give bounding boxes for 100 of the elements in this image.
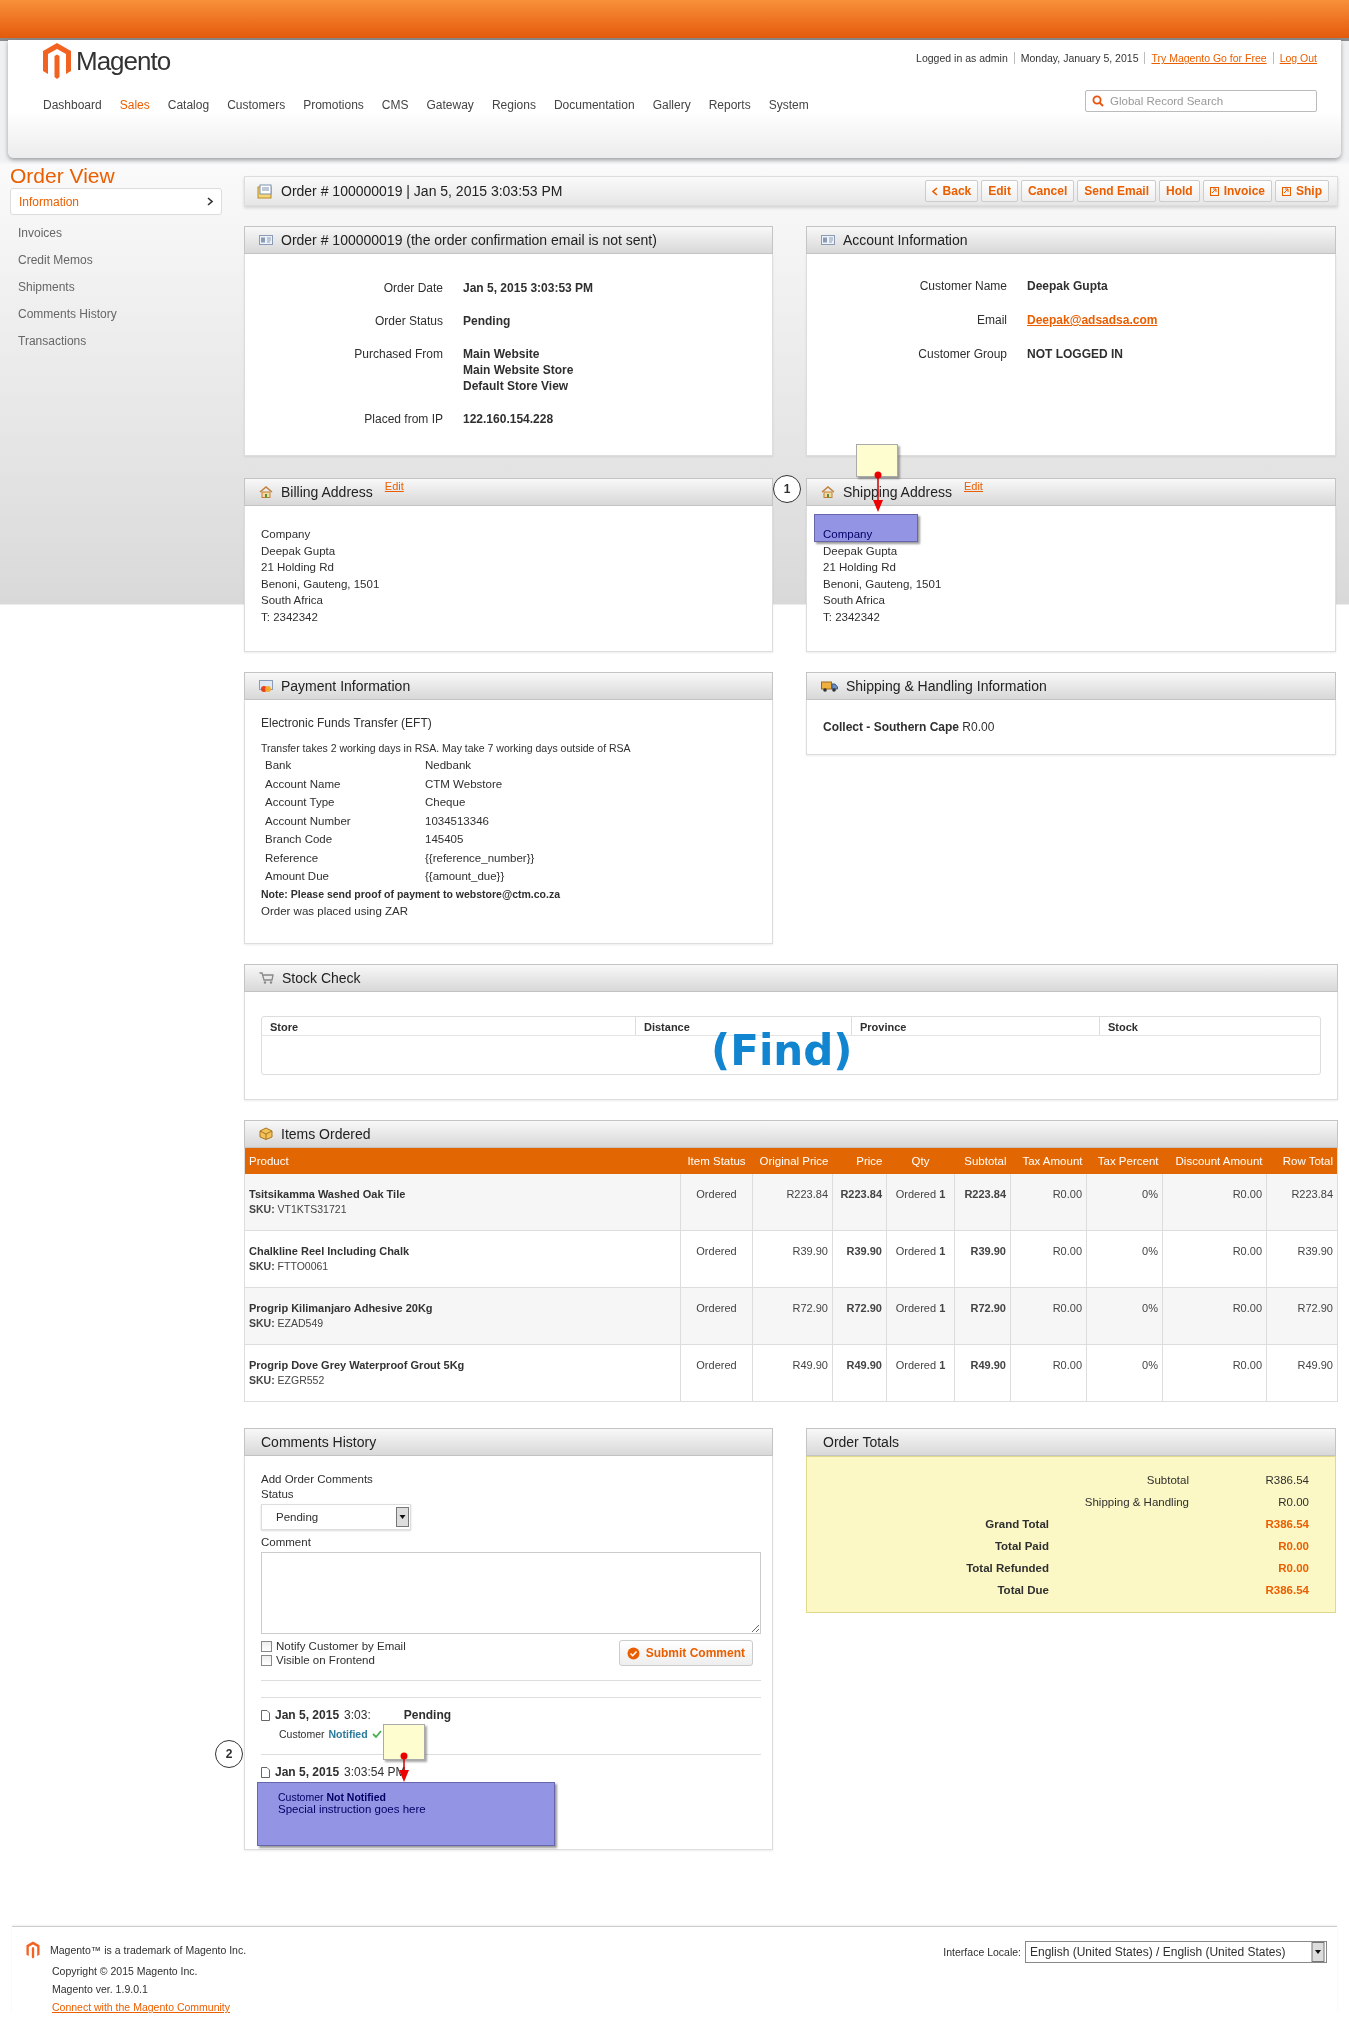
table-cell: R49.90: [846, 1359, 882, 1371]
toolbar-button[interactable]: Send Email: [1077, 180, 1156, 202]
sidebar-item[interactable]: Transactions: [10, 327, 222, 354]
entry-time: 3:03:: [344, 1708, 371, 1722]
total-value: R0.00: [1277, 1561, 1309, 1576]
toolbar-button[interactable]: Ship: [1275, 180, 1329, 202]
nav-item[interactable]: Gallery: [643, 98, 700, 112]
sidebar-item[interactable]: Credit Memos: [10, 246, 222, 273]
sticky-note: [856, 444, 898, 477]
table-cell: 0%: [1142, 1187, 1158, 1200]
status-dropdown[interactable]: Pending: [261, 1504, 411, 1530]
nav-item[interactable]: Dashboard: [34, 98, 111, 112]
table-cell: Ordered: [895, 1187, 937, 1200]
user-info: Logged in as admin: [916, 52, 1008, 64]
detail-label: Account Type: [265, 795, 336, 810]
field-label: Email: [976, 312, 1007, 328]
version-text: Magento ver. 1.9.0.1: [52, 1983, 149, 1995]
field-value: Jan 5, 2015 3:03:53 PM: [463, 280, 595, 296]
field-label: Purchased From: [353, 346, 443, 363]
submit-button[interactable]: Submit Comment: [618, 1640, 753, 1666]
toolbar-button[interactable]: Back: [924, 180, 979, 202]
search-field[interactable]: Global Record Search: [1085, 90, 1317, 112]
card-icon: [259, 235, 273, 245]
total-value: R386.54: [1264, 1473, 1309, 1488]
table-cell: R39.90: [1297, 1245, 1333, 1257]
table-cell: R223.84: [840, 1187, 882, 1200]
table-cell: Ordered: [895, 1245, 937, 1257]
checkbox-label: Notify Customer by Email: [276, 1640, 406, 1652]
table-cell: R39.90: [846, 1245, 882, 1257]
sticky-note: [383, 1724, 425, 1760]
logo-icon: [42, 42, 72, 80]
payment-note: Transfer takes 2 working days in RSA. May take 7 working days outside of RSA: [261, 742, 632, 754]
field-value: Main Website: [463, 346, 541, 362]
comment-field[interactable]: [261, 1552, 761, 1634]
locale-dropdown[interactable]: English (United States) / English (United States): [1025, 1941, 1327, 1963]
currency-note: Order was placed using ZAR: [261, 904, 409, 917]
logo-text[interactable]: Magento: [76, 45, 171, 77]
checkmark-icon: [371, 1730, 382, 1738]
product-name: Progrip Kilimanjaro Adhesive 20Kg: [249, 1302, 434, 1314]
table-cell: R0.00: [1052, 1359, 1082, 1371]
section-title: Payment Information: [281, 678, 411, 694]
cart-icon: [259, 971, 274, 984]
nav-item[interactable]: CMS: [372, 98, 418, 112]
table-cell: R223.84: [1291, 1187, 1333, 1200]
callout-number: 2: [215, 1740, 243, 1768]
column-header: Stock: [1107, 1019, 1139, 1035]
sku-label: SKU:: [249, 1374, 275, 1386]
sidebar-item[interactable]: Comments History: [10, 300, 222, 327]
sku-value: FTTO0061: [277, 1260, 329, 1272]
checkbox[interactable]: [261, 1654, 272, 1666]
product-name: Chalkline Reel Including Chalk: [249, 1245, 411, 1257]
toolbar-button[interactable]: Invoice: [1202, 180, 1272, 202]
sidebar-item[interactable]: Invoices: [10, 219, 222, 246]
callout-number: 1: [773, 475, 801, 503]
nav-item[interactable]: Reports: [699, 98, 760, 112]
column-header: Tax Percent: [1086, 1147, 1163, 1174]
toolbar-button[interactable]: Edit: [981, 180, 1018, 202]
section-title: Stock Check: [282, 969, 361, 986]
nav-item[interactable]: Gateway: [417, 98, 483, 112]
nav-item[interactable]: System: [759, 98, 818, 112]
field-label: Placed from IP: [363, 411, 443, 427]
header-link[interactable]: Log Out: [1272, 52, 1317, 64]
locale-label: Interface Locale:: [943, 1946, 1021, 1958]
header-link[interactable]: Try Magento Go for Free: [1144, 52, 1267, 64]
email-link[interactable]: Deepak@adsadsa.com: [1027, 312, 1325, 328]
edit-link[interactable]: Edit: [963, 480, 983, 492]
section-title: Order Totals: [823, 1434, 899, 1450]
address-line: Deepak Gupta: [823, 543, 899, 559]
toolbar-button[interactable]: Cancel: [1020, 180, 1075, 202]
check-circle-icon: [626, 1646, 640, 1660]
total-label: Total Paid: [993, 1539, 1050, 1554]
table-cell: R0.00: [1232, 1187, 1262, 1200]
form-title: Add Order Comments: [261, 1472, 374, 1487]
column-header: Discount Amount: [1162, 1147, 1267, 1174]
nav-item[interactable]: Sales: [110, 98, 159, 112]
shipping-method: Collect - Southern Cape R0.00: [823, 720, 995, 734]
nav-item[interactable]: Regions: [482, 98, 545, 112]
detail-value: {{amount_due}}: [425, 869, 506, 884]
table-cell: 0%: [1142, 1302, 1158, 1314]
edit-link[interactable]: Edit: [384, 480, 404, 492]
nav-item[interactable]: Catalog: [158, 98, 219, 112]
sidebar-item[interactable]: Information: [10, 188, 222, 215]
nav-item[interactable]: Documentation: [544, 98, 644, 112]
nav-item[interactable]: Customers: [218, 98, 295, 112]
nav-item[interactable]: Promotions: [294, 98, 373, 112]
field-label: Comment: [261, 1535, 312, 1550]
total-value: R386.54: [1264, 1583, 1309, 1598]
field-label: Customer Name: [918, 278, 1007, 294]
house-icon: [259, 486, 273, 498]
overlay-text: Company: [823, 528, 874, 540]
field-label: Customer Group: [917, 346, 1007, 362]
community-link[interactable]: Connect with the Magento Community: [52, 2001, 247, 2013]
section-title: Shipping & Handling Information: [846, 678, 1047, 694]
total-value: R0.00: [1277, 1539, 1309, 1554]
sku-label: SKU:: [249, 1260, 275, 1272]
note-icon: [261, 1709, 270, 1721]
sidebar-item[interactable]: Shipments: [10, 273, 222, 300]
checkbox[interactable]: [261, 1640, 272, 1652]
product-name: Progrip Dove Grey Waterproof Grout 5Kg: [249, 1359, 466, 1371]
toolbar-button[interactable]: Hold: [1158, 180, 1200, 202]
